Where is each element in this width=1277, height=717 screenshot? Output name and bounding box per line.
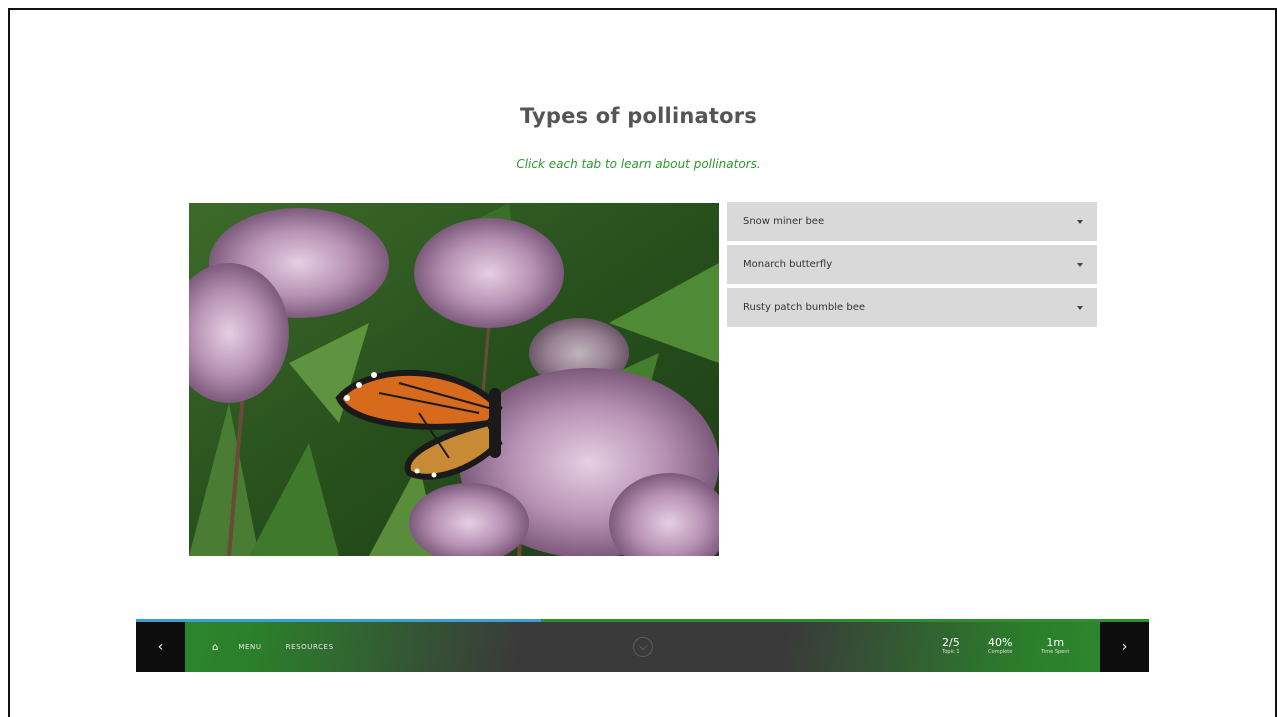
course-navbar: ‹ ⌂ MENU RESOURCES 2/5 Topic 1 40% Compl… — [136, 619, 1149, 672]
menu-link[interactable]: MENU — [238, 643, 261, 651]
accordion-tab-monarch-butterfly[interactable]: Monarch butterfly — [727, 245, 1097, 284]
monarch-butterfly-photo — [189, 203, 719, 556]
accordion-tab-label: Snow miner bee — [743, 216, 825, 227]
nav-links: ⌂ MENU RESOURCES — [212, 622, 358, 672]
accordion-tab-label: Monarch butterfly — [743, 259, 833, 270]
chevron-down-icon[interactable] — [633, 637, 653, 657]
page-title: Types of pollinators — [520, 104, 757, 128]
caret-down-icon — [1077, 305, 1083, 310]
complete-stat: 40% Complete — [988, 637, 1012, 656]
previous-button[interactable]: ‹ — [136, 622, 185, 672]
caret-down-icon — [1077, 219, 1083, 224]
time-value: 1m — [1046, 636, 1065, 649]
resources-link[interactable]: RESOURCES — [286, 643, 334, 651]
pollinator-accordion: Snow miner bee Monarch butterfly Rusty p… — [727, 202, 1097, 331]
accordion-tab-label: Rusty patch bumble bee — [743, 302, 866, 313]
home-icon[interactable]: ⌂ — [212, 642, 218, 653]
chevron-left-icon: ‹ — [157, 639, 164, 655]
accordion-tab-rusty-patch-bumble-bee[interactable]: Rusty patch bumble bee — [727, 288, 1097, 327]
caret-down-icon — [1077, 262, 1083, 267]
time-label: Time Spent — [1041, 649, 1070, 655]
accordion-tab-snow-miner-bee[interactable]: Snow miner bee — [727, 202, 1097, 241]
topic-label: Topic 1 — [942, 649, 960, 655]
next-button[interactable]: › — [1100, 622, 1149, 672]
topic-value: 2/5 — [942, 636, 960, 649]
time-stat: 1m Time Spent — [1041, 637, 1069, 656]
topic-stat: 2/5 Topic 1 — [942, 637, 960, 656]
chevron-right-icon: › — [1121, 639, 1128, 655]
complete-label: Complete — [988, 649, 1013, 655]
complete-value: 40% — [988, 636, 1013, 649]
instruction-text: Click each tab to learn about pollinator… — [516, 157, 761, 171]
